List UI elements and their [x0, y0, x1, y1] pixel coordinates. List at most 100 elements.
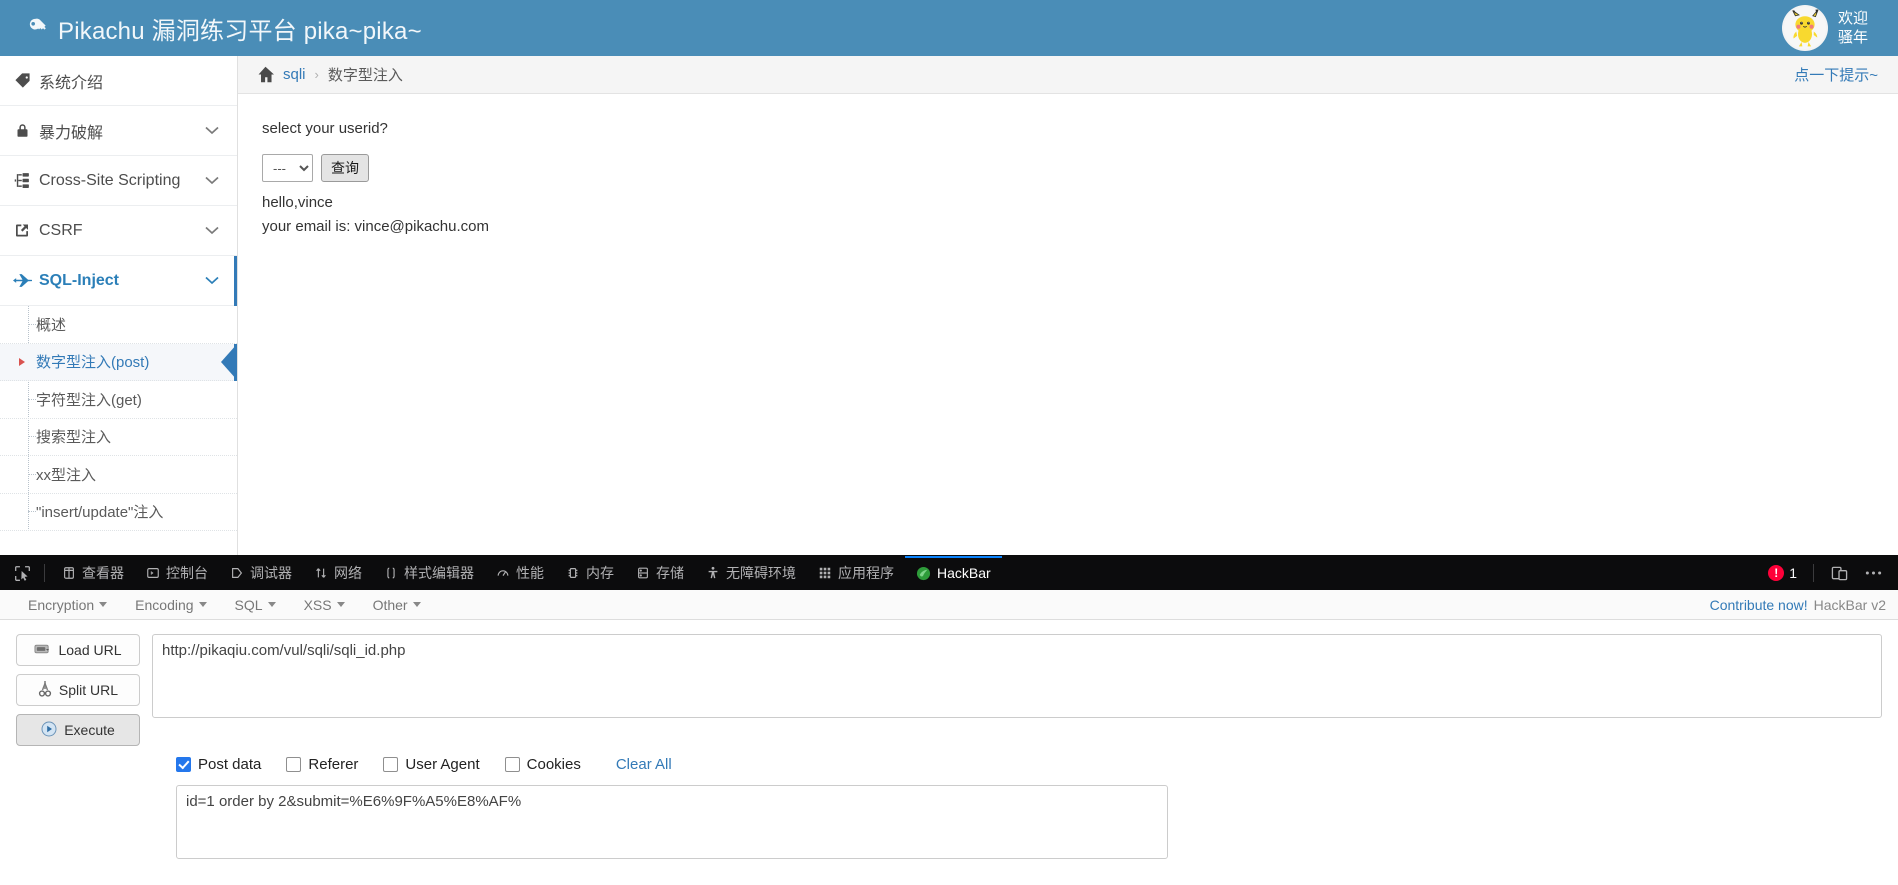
- devtools-tab-application[interactable]: 应用程序: [807, 556, 905, 590]
- memory-icon: [566, 566, 580, 580]
- sidebar-subitem-overview[interactable]: 概述: [0, 306, 237, 344]
- sidebar-subitem-insert-update-injection[interactable]: "insert/update"注入: [0, 494, 237, 531]
- devtools-tab-storage[interactable]: 存储: [625, 556, 695, 590]
- sidebar-subitem-numeric-injection[interactable]: 数字型注入(post): [0, 343, 237, 381]
- checkbox-label: User Agent: [405, 756, 480, 773]
- post-data-input[interactable]: id=1 order by 2&submit=%E6%9F%A5%E8%AF%: [176, 785, 1168, 859]
- home-icon[interactable]: [256, 66, 275, 83]
- site-header: Pikachu 漏洞练习平台 pika~pika~ 欢迎 骚年: [0, 0, 1898, 56]
- welcome-text: 欢迎 骚年: [1838, 9, 1878, 47]
- sidebar-subitem-label: 搜索型注入: [36, 429, 112, 447]
- devtools-toolbar: 查看器 控制台 调试器 网络 样式编辑器 性能 内存 存储 无障碍环境 应用程序…: [0, 556, 1898, 590]
- devtools-tab-network[interactable]: 网络: [303, 556, 373, 590]
- responsive-design-icon[interactable]: [1824, 558, 1854, 588]
- checkbox-box[interactable]: [286, 757, 302, 772]
- checkbox-box[interactable]: [176, 757, 191, 772]
- pikachu-avatar[interactable]: [1782, 5, 1828, 51]
- tab-label: 无障碍环境: [726, 565, 796, 581]
- checkbox-label: Referer: [308, 756, 359, 773]
- devtools-tab-hackbar[interactable]: HackBar: [905, 556, 1002, 590]
- devtools-panel: 查看器 控制台 调试器 网络 样式编辑器 性能 内存 存储 无障碍环境 应用程序…: [0, 555, 1898, 885]
- devtools-tab-performance[interactable]: 性能: [485, 556, 555, 590]
- style-editor-icon: [384, 566, 398, 580]
- tab-label: 网络: [334, 565, 362, 581]
- button-label: Load URL: [58, 642, 122, 658]
- lock-icon: [12, 122, 32, 139]
- error-count-badge[interactable]: ! 1: [1762, 565, 1803, 581]
- checkbox-box[interactable]: [504, 757, 520, 772]
- sidebar-item-sql-inject[interactable]: SQL-Inject: [0, 256, 237, 306]
- sidebar-subitem-xx-injection[interactable]: xx型注入: [0, 456, 237, 494]
- tag-icon: [12, 72, 32, 89]
- sidebar-item-brute-force[interactable]: 暴力破解: [0, 106, 237, 156]
- breadcrumb-link-sqli[interactable]: sqli: [283, 66, 306, 83]
- sidebar-subitem-string-injection[interactable]: 字符型注入(get): [0, 381, 237, 419]
- devtools-tab-inspector[interactable]: 查看器: [51, 556, 135, 590]
- checkbox-box[interactable]: [383, 757, 399, 772]
- devtools-tab-debugger[interactable]: 调试器: [219, 556, 303, 590]
- sidebar-subitem-label: 字符型注入(get): [36, 391, 142, 409]
- tab-label: 调试器: [250, 565, 292, 581]
- contribute-link[interactable]: Contribute now!: [1710, 597, 1808, 613]
- vulnerability-form-area: select your userid? --- 查询 hello,vince y…: [238, 94, 1898, 239]
- hackbar-menu-encoding[interactable]: Encoding: [121, 597, 220, 613]
- more-options-icon[interactable]: [1858, 558, 1888, 588]
- tree-dash: [28, 323, 36, 325]
- toolbar-divider: [1813, 564, 1814, 582]
- header-user-area[interactable]: 欢迎 骚年: [1782, 0, 1898, 56]
- sidebar-item-csrf[interactable]: CSRF: [0, 206, 237, 256]
- sitemap-icon: [12, 172, 32, 189]
- hackbar-icon: [916, 566, 931, 581]
- tree-dash: [28, 511, 36, 513]
- form-prompt: select your userid?: [262, 120, 388, 137]
- devtools-tab-console[interactable]: 控制台: [135, 556, 219, 590]
- caret-down-icon: [412, 602, 421, 607]
- tree-dash: [28, 436, 36, 438]
- brand-title: Pikachu 漏洞练习平台 pika~pika~: [58, 17, 422, 45]
- hackbar-menu-other[interactable]: Other: [359, 597, 435, 613]
- devtools-tab-accessibility[interactable]: 无障碍环境: [695, 556, 807, 590]
- load-url-button[interactable]: Load URL: [16, 634, 140, 666]
- query-form: --- 查询: [262, 154, 1898, 182]
- result-email: your email is: vince@pikachu.com: [262, 218, 489, 235]
- hint-link[interactable]: 点一下提示~: [1794, 64, 1878, 85]
- hackbar-menu-encryption[interactable]: Encryption: [14, 597, 121, 613]
- error-circle-icon: !: [1768, 565, 1785, 581]
- sidebar-subitem-search-injection[interactable]: 搜索型注入: [0, 419, 237, 456]
- menu-label: XSS: [303, 596, 332, 613]
- console-icon: [146, 566, 160, 580]
- chevron-down-icon: [205, 272, 219, 289]
- devtools-tab-memory[interactable]: 内存: [555, 556, 625, 590]
- query-button[interactable]: 查询: [321, 154, 369, 182]
- sidebar-subitem-label: xx型注入: [36, 466, 97, 484]
- split-url-button[interactable]: Split URL: [16, 674, 140, 706]
- url-input[interactable]: http://pikaqiu.com/vul/sqli/sqli_id.php: [152, 634, 1882, 718]
- menu-label: Encoding: [135, 596, 194, 613]
- caret-right-icon: [19, 357, 25, 366]
- sidebar-item-label: Cross-Site Scripting: [39, 171, 181, 189]
- sidebar-item-xss[interactable]: Cross-Site Scripting: [0, 156, 237, 206]
- user-agent-checkbox[interactable]: User Agent: [383, 756, 480, 773]
- sidebar-item-system-intro[interactable]: 系统介绍: [0, 56, 237, 106]
- tree-dash: [28, 398, 36, 400]
- devtools-tab-style-editor[interactable]: 样式编辑器: [373, 556, 485, 590]
- hackbar-menu-sql[interactable]: SQL: [221, 597, 290, 613]
- element-picker-icon[interactable]: [6, 558, 38, 588]
- clear-all-link[interactable]: Clear All: [616, 756, 672, 773]
- hackbar-options-row: Post data Referer User Agent Cookies Cle…: [0, 746, 1898, 773]
- storage-icon: [636, 566, 650, 580]
- tab-label: 性能: [516, 565, 544, 581]
- tree-dash: [28, 473, 36, 475]
- sidebar-submenu-sql-inject: 概述 数字型注入(post) 字符型注入(get) 搜索型注入 xx型注入 "i…: [0, 306, 237, 531]
- hackbar-menu-xss[interactable]: XSS: [290, 597, 359, 613]
- chevron-down-icon: [205, 172, 219, 189]
- cookies-checkbox[interactable]: Cookies: [504, 756, 581, 773]
- button-label: Split URL: [58, 682, 119, 698]
- result-greeting: hello,vince: [262, 194, 333, 211]
- inspector-icon: [62, 566, 76, 580]
- referer-checkbox[interactable]: Referer: [286, 756, 358, 773]
- userid-select[interactable]: ---: [262, 154, 313, 182]
- execute-button[interactable]: Execute: [16, 714, 140, 746]
- post-data-checkbox[interactable]: Post data: [176, 756, 261, 773]
- application-icon: [818, 566, 832, 580]
